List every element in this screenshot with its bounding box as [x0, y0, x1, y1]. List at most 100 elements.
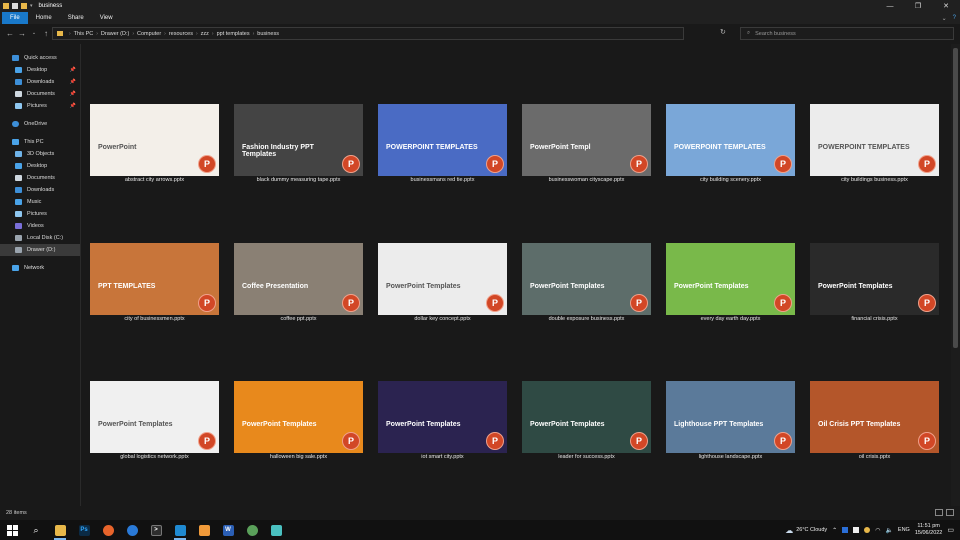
refresh-icon[interactable]: ↻: [720, 28, 726, 36]
language-indicator[interactable]: ENG: [898, 527, 910, 533]
up-arrow-icon[interactable]: ↑: [40, 26, 52, 40]
file-item[interactable]: Lighthouse PPT Templates Plighthouse land…: [666, 381, 796, 461]
sidebar-item-desktop[interactable]: Desktop 📌: [0, 64, 80, 76]
powerpoint-icon: P: [342, 432, 360, 450]
sidebar-item-label: This PC: [24, 139, 44, 145]
file-item[interactable]: PPT TEMPLATES Pcity of businessmen.pptx: [90, 243, 220, 323]
maximize-button[interactable]: ❐: [904, 0, 932, 12]
tab-share[interactable]: Share: [60, 12, 92, 24]
sidebar-item-onedrive[interactable]: OneDrive: [0, 118, 80, 130]
sidebar-item-this-pc[interactable]: This PC: [0, 136, 80, 148]
word-taskbar-button[interactable]: W: [216, 520, 240, 540]
file-item[interactable]: PowerPoint Templates Phalloween big sale.…: [234, 381, 364, 461]
sidebar-item-downloads-pc[interactable]: Downloads: [0, 184, 80, 196]
file-item[interactable]: PowerPoint Pabstract city arrows.pptx: [90, 104, 220, 184]
minimize-button[interactable]: —: [876, 0, 904, 12]
pane-divider[interactable]: [80, 44, 81, 506]
firefox-taskbar-button[interactable]: [96, 520, 120, 540]
clock[interactable]: 11:51 pm 15/06/2022: [915, 523, 943, 537]
sidebar-item-music[interactable]: Music: [0, 196, 80, 208]
forward-arrow-icon[interactable]: →: [16, 26, 28, 40]
file-item[interactable]: POWERPOINT TEMPLATES Pcity building scene…: [666, 104, 796, 184]
breadcrumb[interactable]: › This PC › Drawer (D:) › Computer › res…: [52, 27, 684, 40]
file-item[interactable]: PowerPoint Templ Pbusinesswoman cityscape…: [522, 104, 652, 184]
file-item[interactable]: POWERPOINT TEMPLATES Pcity buildings busi…: [810, 104, 940, 184]
powerpoint-icon: P: [918, 155, 936, 173]
scrollbar-thumb[interactable]: [953, 48, 958, 348]
file-item[interactable]: PowerPoint Templates Pleader for success.…: [522, 381, 652, 461]
file-item[interactable]: PowerPoint Templates Pfinancial crisis.pp…: [810, 243, 940, 323]
file-explorer-taskbar-button[interactable]: [48, 520, 72, 540]
weather-widget[interactable]: ☁ 26°C Cloudy: [785, 526, 827, 535]
thumbnail-title: POWERPOINT TEMPLATES: [674, 144, 766, 151]
photoshop-taskbar-button[interactable]: Ps: [72, 520, 96, 540]
sidebar-item-documents-pc[interactable]: Documents: [0, 172, 80, 184]
volume-icon[interactable]: 🔈: [885, 527, 892, 534]
breadcrumb-computer[interactable]: Computer: [137, 31, 161, 37]
sidebar-item-drawer[interactable]: Drawer (D:): [0, 244, 80, 256]
sidebar-item-downloads[interactable]: Downloads 📌: [0, 76, 80, 88]
sidebar-item-network[interactable]: Network: [0, 262, 80, 274]
recent-locations-icon[interactable]: ⌄: [28, 26, 40, 40]
file-item[interactable]: PowerPoint Templates Pglobal logistics ne…: [90, 381, 220, 461]
search-input[interactable]: ⌕ Search business: [740, 27, 954, 40]
breadcrumb-this-pc[interactable]: This PC: [74, 31, 94, 37]
tab-view[interactable]: View: [92, 12, 121, 24]
powerpoint-icon: P: [918, 432, 936, 450]
sidebar-item-local-disk[interactable]: Local Disk (C:): [0, 232, 80, 244]
sidebar-item-documents[interactable]: Documents 📌: [0, 88, 80, 100]
sublime-taskbar-button[interactable]: [192, 520, 216, 540]
videos-icon: [15, 223, 22, 229]
file-item[interactable]: PowerPoint Templates Pdouble exposure bus…: [522, 243, 652, 323]
file-item[interactable]: Coffee Presentation Pcoffee ppt.pptx: [234, 243, 364, 323]
thunderbird-taskbar-button[interactable]: [120, 520, 144, 540]
terminal-taskbar-button[interactable]: >: [144, 520, 168, 540]
notifications-icon[interactable]: ▭: [947, 526, 954, 534]
tray-app-icon[interactable]: [864, 527, 871, 533]
app2-taskbar-button[interactable]: [264, 520, 288, 540]
tab-file[interactable]: File: [2, 12, 28, 24]
file-name: iot smart city.pptx: [421, 454, 464, 460]
search-taskbar-button[interactable]: ⌕: [24, 520, 48, 540]
expand-ribbon-icon[interactable]: ⌄: [942, 15, 947, 22]
large-icons-view-button[interactable]: [946, 509, 954, 516]
close-button[interactable]: ✕: [932, 0, 960, 12]
sidebar-item-desktop-pc[interactable]: Desktop: [0, 160, 80, 172]
help-icon[interactable]: ?: [953, 15, 956, 21]
breadcrumb-zzz[interactable]: zzz: [201, 31, 209, 37]
breadcrumb-drawer[interactable]: Drawer (D:): [101, 31, 129, 37]
breadcrumb-ppt-templates[interactable]: ppt templates: [217, 31, 250, 37]
file-thumbnail: Fashion Industry PPT Templates P: [234, 104, 363, 176]
window-title: business: [38, 3, 63, 9]
start-button[interactable]: [0, 520, 24, 540]
customize-toolbar-icon[interactable]: ▾: [30, 3, 33, 9]
sidebar-item-pictures[interactable]: Pictures 📌: [0, 100, 80, 112]
properties-icon[interactable]: [12, 3, 18, 9]
sidebar-item-pictures-pc[interactable]: Pictures: [0, 208, 80, 220]
wifi-icon[interactable]: ◠: [875, 527, 880, 534]
sidebar-item-quick-access[interactable]: Quick access: [0, 52, 80, 64]
vertical-scrollbar[interactable]: [951, 44, 960, 506]
thumbnail-title: PowerPoint Templates: [98, 421, 173, 428]
tray-app-icon[interactable]: [853, 527, 860, 533]
breadcrumb-resources[interactable]: resources: [169, 31, 193, 37]
chevron-up-icon[interactable]: ⌃: [832, 527, 837, 534]
desktop-icon: [15, 163, 22, 169]
app-taskbar-button[interactable]: [240, 520, 264, 540]
file-item[interactable]: PowerPoint Templates Pevery day earth day…: [666, 243, 796, 323]
new-folder-icon[interactable]: [21, 3, 27, 9]
thumbnail-title: PowerPoint Templates: [530, 421, 605, 428]
details-view-button[interactable]: [935, 509, 943, 516]
tray-app-icon[interactable]: [842, 527, 849, 533]
file-item[interactable]: PowerPoint Templates Pdollar key concept.…: [378, 243, 508, 323]
file-item[interactable]: POWERPOINT TEMPLATES Pbusinessmans red ti…: [378, 104, 508, 184]
back-arrow-icon[interactable]: ←: [4, 26, 16, 40]
vscode-taskbar-button[interactable]: [168, 520, 192, 540]
file-item[interactable]: Fashion Industry PPT Templates Pblack dum…: [234, 104, 364, 184]
file-item[interactable]: PowerPoint Templates Piot smart city.pptx: [378, 381, 508, 461]
tab-home[interactable]: Home: [28, 12, 60, 24]
sidebar-item-videos[interactable]: Videos: [0, 220, 80, 232]
breadcrumb-business[interactable]: business: [257, 31, 279, 37]
file-item[interactable]: Oil Crisis PPT Templates Poil crisis.pptx: [810, 381, 940, 461]
sidebar-item-3d-objects[interactable]: 3D Objects: [0, 148, 80, 160]
